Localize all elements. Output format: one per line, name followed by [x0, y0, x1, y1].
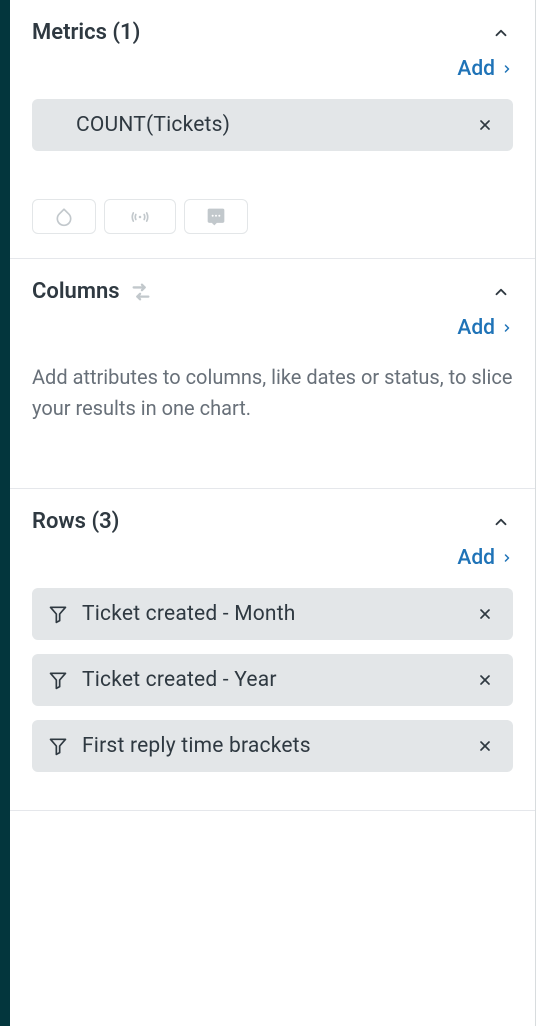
- metrics-add-button[interactable]: Add: [457, 57, 513, 81]
- columns-header[interactable]: Columns: [32, 279, 513, 304]
- columns-add-button[interactable]: Add: [457, 316, 513, 340]
- row-chip-label: Ticket created - Year: [82, 668, 277, 692]
- rows-add-label: Add: [457, 546, 495, 570]
- close-icon: [477, 117, 493, 133]
- row-chip-label: First reply time brackets: [82, 734, 311, 758]
- filter-icon: [48, 604, 68, 624]
- swap-icon: [130, 281, 152, 303]
- broadcast-icon: [128, 207, 152, 227]
- droplet-icon: [54, 207, 74, 227]
- row-chip-label: Ticket created - Month: [82, 602, 296, 626]
- columns-add-label: Add: [457, 316, 495, 340]
- chevron-right-icon: [501, 322, 513, 334]
- close-icon: [477, 738, 493, 754]
- rows-section: Rows (3) Add Ticket created - Month: [10, 489, 535, 811]
- chevron-right-icon: [501, 552, 513, 564]
- close-icon: [477, 672, 493, 688]
- row-chip[interactable]: Ticket created - Year: [32, 654, 513, 706]
- row-chip[interactable]: First reply time brackets: [32, 720, 513, 772]
- metric-chip-label: COUNT(Tickets): [48, 113, 230, 137]
- filter-icon: [48, 670, 68, 690]
- metric-remove-button[interactable]: [473, 113, 497, 137]
- chevron-up-icon: [492, 283, 510, 301]
- left-stripe: [0, 0, 10, 1026]
- columns-section: Columns Add: [10, 259, 535, 489]
- metric-chip[interactable]: COUNT(Tickets): [32, 99, 513, 151]
- icon-toolbar: [32, 199, 513, 234]
- close-icon: [477, 606, 493, 622]
- comment-icon-button[interactable]: [184, 199, 248, 234]
- filter-icon: [48, 736, 68, 756]
- rows-add-button[interactable]: Add: [457, 546, 513, 570]
- rows-collapse-button[interactable]: [489, 510, 513, 534]
- metrics-header[interactable]: Metrics (1): [32, 20, 513, 45]
- chevron-right-icon: [501, 63, 513, 75]
- chevron-up-icon: [492, 24, 510, 42]
- chevron-up-icon: [492, 513, 510, 531]
- metrics-collapse-button[interactable]: [489, 21, 513, 45]
- config-panel: Metrics (1) Add COUNT(Tickets): [10, 0, 536, 1026]
- rows-header[interactable]: Rows (3): [32, 509, 513, 534]
- live-icon-button[interactable]: [104, 199, 176, 234]
- metrics-title: Metrics (1): [32, 20, 140, 45]
- row-chip[interactable]: Ticket created - Month: [32, 588, 513, 640]
- metrics-section: Metrics (1) Add COUNT(Tickets): [10, 0, 535, 259]
- columns-helper-text: Add attributes to columns, like dates or…: [32, 362, 513, 424]
- columns-title: Columns: [32, 279, 120, 304]
- row-remove-button[interactable]: [473, 734, 497, 758]
- row-remove-button[interactable]: [473, 668, 497, 692]
- comment-icon: [206, 207, 226, 227]
- water-icon-button[interactable]: [32, 199, 96, 234]
- rows-title: Rows (3): [32, 509, 119, 534]
- row-remove-button[interactable]: [473, 602, 497, 626]
- columns-collapse-button[interactable]: [489, 280, 513, 304]
- metrics-add-label: Add: [457, 57, 495, 81]
